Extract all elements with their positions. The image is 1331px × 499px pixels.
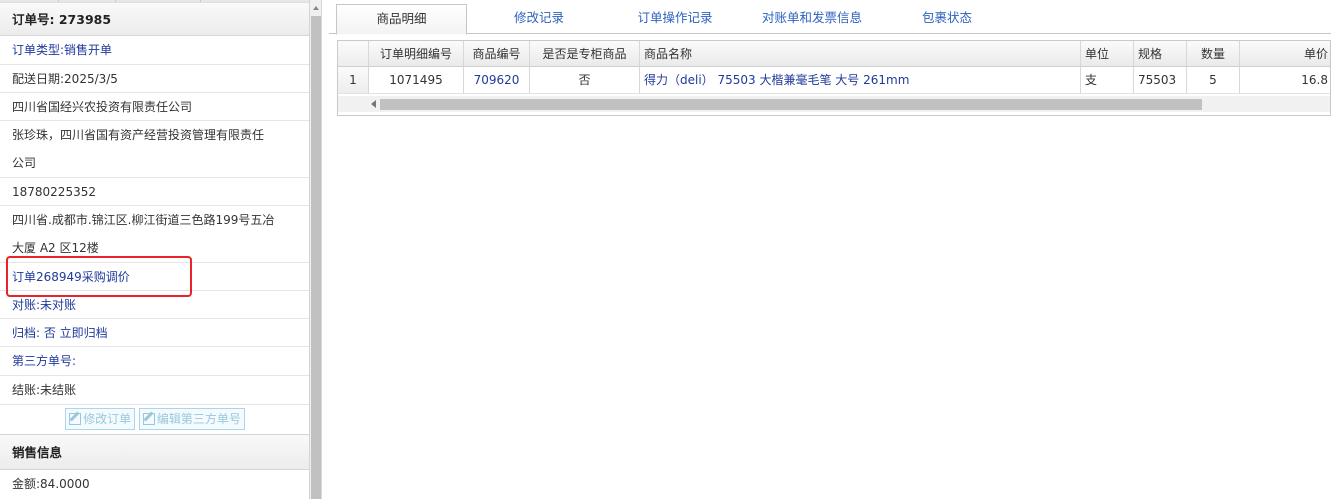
archive-text[interactable]: 归档: 否 立即归档	[12, 326, 108, 340]
price-adjust-row[interactable]: 订单268949采购调价	[0, 263, 309, 291]
tab-package-status[interactable]: 包裹状态	[897, 4, 997, 34]
address-row: 四川省.成都市.锦江区.柳江街道三色路199号五冶 大厦 A2 区12楼	[0, 206, 309, 263]
cell-spec: 75503	[1134, 67, 1187, 93]
column-header-unit[interactable]: 单位	[1081, 41, 1134, 66]
phone-text: 18780225352	[12, 185, 96, 199]
cell-product-name-link[interactable]: 得力（deli） 75503 大楷兼毫毛笔 大号 261mm	[640, 67, 1081, 93]
sales-info-header: 销售信息	[0, 434, 309, 470]
edit-third-party-button[interactable]: 编辑第三方单号	[138, 408, 245, 430]
row-number: 1	[338, 67, 369, 93]
left-panel-scrollbar[interactable]	[310, 0, 322, 499]
horizontal-scrollbar-thumb[interactable]	[380, 99, 1202, 110]
settlement-row: 结账:未结账	[0, 376, 309, 405]
scrollbar-thumb[interactable]	[311, 16, 321, 499]
column-header-quantity[interactable]: 数量	[1187, 41, 1240, 66]
delivery-date-text: 配送日期:2025/3/5	[12, 72, 118, 86]
customer-company-text: 四川省国经兴农投资有限责任公司	[12, 100, 193, 114]
tab-modification-log[interactable]: 修改记录	[479, 4, 599, 34]
order-type-text: 订单类型:销售开单	[12, 43, 113, 57]
phone-row: 18780225352	[0, 178, 309, 206]
tab-label: 修改记录	[513, 10, 564, 25]
edit-third-party-label: 编辑第三方单号	[156, 412, 241, 426]
delivery-date-row: 配送日期:2025/3/5	[0, 65, 309, 93]
contact-row: 张珍珠，四川省国有资产经营投资管理有限责任 公司	[0, 121, 309, 178]
rownum-header	[338, 41, 369, 66]
order-number-value: 273985	[58, 12, 112, 27]
order-number-label: 订单号:	[12, 12, 55, 27]
column-header-counter-product[interactable]: 是否是专柜商品	[530, 41, 640, 66]
cell-unit: 支	[1081, 67, 1134, 93]
address-text-line2: 大厦 A2 区12楼	[12, 241, 99, 255]
sales-info-title: 销售信息	[12, 445, 63, 460]
sales-amount-row: 金额:84.0000	[0, 470, 309, 498]
edit-icon	[142, 413, 155, 425]
reconcile-row: 对账:未对账	[0, 291, 309, 319]
contact-text-line1: 张珍珠，四川省国有资产经营投资管理有限责任	[12, 128, 265, 142]
third-party-text: 第三方单号:	[12, 354, 77, 368]
order-number-header: 订单号: 273985	[0, 2, 309, 36]
edit-icon	[69, 413, 82, 425]
customer-company-row: 四川省国经兴农投资有限责任公司	[0, 93, 309, 121]
cell-detail-id: 1071495	[369, 67, 464, 93]
column-header-product-name[interactable]: 商品名称	[640, 41, 1081, 66]
tab-label: 订单操作记录	[637, 10, 713, 25]
scroll-up-arrow-icon[interactable]	[313, 6, 319, 10]
tab-order-operation-log[interactable]: 订单操作记录	[611, 4, 739, 34]
edit-order-label: 修改订单	[83, 412, 132, 426]
cell-quantity: 5	[1187, 67, 1240, 93]
settlement-text: 结账:未结账	[12, 383, 77, 397]
scroll-left-arrow-icon[interactable]	[371, 100, 376, 108]
product-detail-grid: 订单明细编号 商品编号 是否是专柜商品 商品名称 单位 规格 数量 单价 1 1…	[337, 40, 1331, 116]
tab-product-details[interactable]: 商品明细	[336, 4, 467, 35]
third-party-row: 第三方单号:	[0, 347, 309, 376]
table-row[interactable]: 1 1071495 709620 否 得力（deli） 75503 大楷兼毫毛笔…	[338, 67, 1330, 94]
column-header-unit-price[interactable]: 单价	[1240, 41, 1330, 66]
archive-row[interactable]: 归档: 否 立即归档	[0, 319, 309, 347]
sales-amount-text: 金额:84.0000	[12, 477, 90, 491]
tab-label: 商品明细	[376, 11, 427, 26]
contact-text-line2: 公司	[12, 156, 37, 170]
reconcile-text: 对账:未对账	[12, 298, 77, 312]
grid-horizontal-scrollbar[interactable]	[338, 96, 1330, 112]
order-action-buttons: 修改订单 编辑第三方单号	[0, 405, 309, 434]
order-type-row: 订单类型:销售开单	[0, 36, 309, 65]
column-header-spec[interactable]: 规格	[1134, 41, 1187, 66]
tab-reconciliation-invoice[interactable]: 对账单和发票信息	[741, 4, 883, 34]
edit-order-button[interactable]: 修改订单	[65, 408, 136, 430]
tab-label: 包裹状态	[921, 10, 972, 25]
grid-header-row: 订单明细编号 商品编号 是否是专柜商品 商品名称 单位 规格 数量 单价	[338, 41, 1330, 67]
cell-counter-product: 否	[530, 67, 640, 93]
detail-panel: 商品明细 修改记录 订单操作记录 对账单和发票信息 包裹状态 订单明细编号 商品…	[329, 0, 1331, 499]
cell-unit-price: 16.8	[1301, 73, 1328, 87]
column-header-detail-id[interactable]: 订单明细编号	[369, 41, 464, 66]
tab-bar: 商品明细 修改记录 订单操作记录 对账单和发票信息 包裹状态	[329, 0, 1331, 35]
address-text-line1: 四川省.成都市.锦江区.柳江街道三色路199号五冶	[12, 213, 275, 227]
order-info-panel: 订单号: 273985 订单类型:销售开单 配送日期:2025/3/5 四川省国…	[0, 0, 310, 499]
tab-label: 对账单和发票信息	[761, 10, 862, 25]
price-adjust-link[interactable]: 订单268949采购调价	[12, 270, 130, 284]
cell-product-code-link[interactable]: 709620	[464, 67, 530, 93]
column-header-product-code[interactable]: 商品编号	[464, 41, 530, 66]
